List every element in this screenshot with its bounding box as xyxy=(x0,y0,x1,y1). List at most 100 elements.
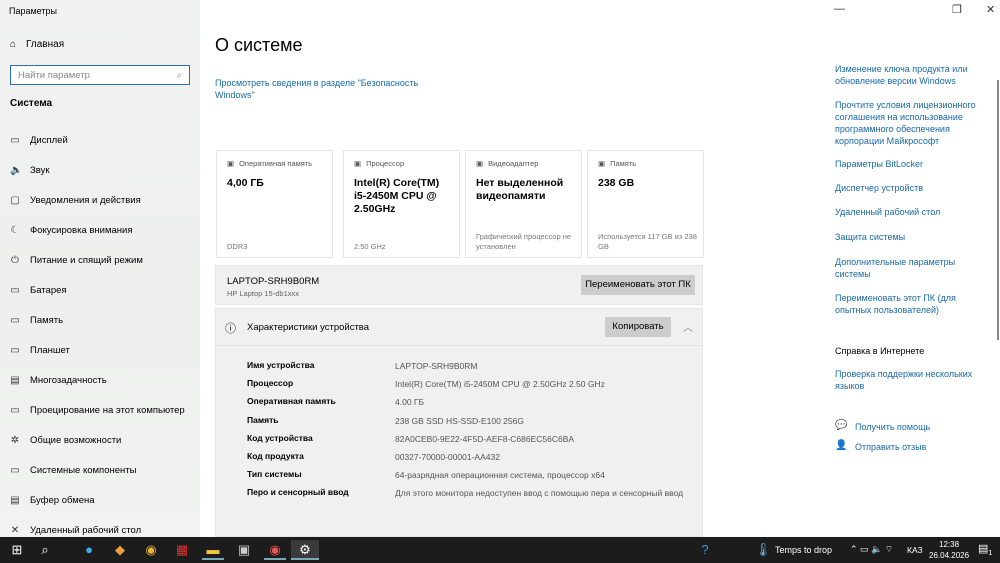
sidebar-item[interactable]: 🔈 Звук xyxy=(10,165,49,176)
sidebar-item[interactable]: ▤ Многозадачность xyxy=(10,375,106,386)
specs-title: Характеристики устройства xyxy=(247,322,370,333)
sidebar-home[interactable]: ⌂ Главная xyxy=(10,39,64,50)
sidebar-item[interactable]: ▭ Память xyxy=(10,315,63,326)
card-sub: Используется 117 GB из 238 GB xyxy=(598,232,697,251)
spec-row: Процессор Intel(R) Core(TM) i5-2450M CPU … xyxy=(247,378,695,390)
time: 12:38 xyxy=(939,540,960,549)
sidebar-item-label: Удаленный рабочий стол xyxy=(30,525,142,536)
search-input[interactable]: Найти параметр ⌕ xyxy=(10,65,190,85)
close-button[interactable]: ✕ xyxy=(986,3,995,16)
pc-name: LAPTOP-SRH9B0RM xyxy=(227,276,320,287)
spec-key: Оперативная память xyxy=(247,396,336,407)
weather-text[interactable]: Temps to drop xyxy=(775,545,832,555)
page-title: О системе xyxy=(215,35,303,55)
specs-header[interactable]: ⓘ Характеристики устройства Копировать ︿ xyxy=(216,309,702,346)
spec-key: Код устройства xyxy=(247,432,313,443)
card-sub: DDR3 xyxy=(227,242,248,251)
sidebar-item[interactable]: ✲ Общие возможности xyxy=(10,435,122,446)
home-icon: ⌂ xyxy=(10,39,17,50)
sidebar-item[interactable]: ▭ Батарея xyxy=(10,285,66,296)
spec-key: Тип системы xyxy=(247,469,302,480)
file-explorer-icon[interactable]: ▬ xyxy=(202,540,224,560)
sidebar-item[interactable]: ⏻ Питание и спящий режим xyxy=(10,255,143,266)
card-sub: 2.50 GHz xyxy=(354,242,386,251)
sidebar-item-icon: ▭ xyxy=(10,135,20,146)
spec-row: Имя устройства LAPTOP-SRH9B0RM xyxy=(247,360,695,372)
spec-value: 4.00 ГБ xyxy=(395,397,425,408)
card-value: 238 GB xyxy=(598,177,635,189)
spec-value: LAPTOP-SRH9B0RM xyxy=(395,361,478,371)
spec-row: Оперативная память 4.00 ГБ xyxy=(247,396,695,408)
rename-pc-button[interactable]: Переименовать этот ПК xyxy=(581,275,695,295)
copilot-icon[interactable]: ◆ xyxy=(109,540,131,560)
notification-icon[interactable]: ▤1 xyxy=(978,542,992,557)
sidebar-item[interactable]: ▭ Планшет xyxy=(10,345,70,356)
help-icon[interactable]: ? xyxy=(694,540,716,560)
related-link[interactable]: Защита системы xyxy=(835,231,985,243)
chevron-up-icon[interactable]: ︿ xyxy=(683,319,693,334)
card-sub: Графический процессор не установлен xyxy=(476,232,572,251)
related-link[interactable]: Переименовать этот ПК (для опытных польз… xyxy=(835,292,985,316)
home-label: Главная xyxy=(26,39,65,50)
spec-value: 64-разрядная операционная система, проце… xyxy=(395,470,605,481)
help-section-title: Справка в Интернете xyxy=(835,346,925,356)
chrome-profile-icon[interactable]: ◉ xyxy=(264,540,286,560)
search-icon[interactable]: ⌕ xyxy=(34,540,56,560)
sidebar-item-icon: ✲ xyxy=(10,435,20,446)
thermometer-icon: 🌡 xyxy=(754,542,772,557)
summary-card: ▣ Оперативная память 4,00 ГБ DDR3 xyxy=(216,150,333,258)
language-indicator[interactable]: КАЗ xyxy=(907,545,923,555)
summary-card: ▣ Процессор Intel(R) Core(TM) i5-2450M CPU… xyxy=(343,150,460,258)
sidebar-item-icon: ▭ xyxy=(10,285,20,296)
sidebar-item-icon: ▭ xyxy=(10,465,20,476)
maximize-button[interactable]: ❐ xyxy=(952,3,962,16)
spec-row: Память 238 GB SSD HS-SSD-E100 256G xyxy=(247,415,695,427)
language-support-link[interactable]: Проверка поддержки нескольких языков xyxy=(835,368,985,392)
app-title: Параметры xyxy=(9,6,57,16)
chrome-icon[interactable]: ◉ xyxy=(140,540,162,560)
sidebar-item-label: Буфер обмена xyxy=(30,495,95,506)
card-icon: ▣ xyxy=(354,159,362,168)
sidebar-item[interactable]: ▢ Уведомления и действия xyxy=(10,195,140,206)
spec-row: Перо и сенсорный ввод Для этого монитора … xyxy=(247,487,695,499)
sidebar-item[interactable]: ▤ Буфер обмена xyxy=(10,495,95,506)
sidebar-item[interactable]: ✕ Удаленный рабочий стол xyxy=(10,525,141,536)
card-header: Видеоадаптер xyxy=(488,159,539,168)
scrollbar[interactable] xyxy=(997,80,999,340)
app-icon[interactable]: ▦ xyxy=(171,540,193,560)
feedback-link[interactable]: Отправить отзыв xyxy=(855,441,1000,453)
security-link[interactable]: Просмотреть сведения в разделе "Безопасн… xyxy=(215,77,425,101)
related-link[interactable]: Изменение ключа продукта или обновление … xyxy=(835,63,985,87)
photos-icon[interactable]: ▣ xyxy=(233,540,255,560)
sidebar-item[interactable]: ▭ Проецирование на этот компьютер xyxy=(10,405,185,416)
card-header: Процессор xyxy=(366,159,405,168)
minimize-button[interactable]: — xyxy=(834,3,845,15)
sidebar-item-icon: 🔈 xyxy=(10,165,23,176)
clock[interactable]: 12:38 26.04.2026 xyxy=(929,539,969,561)
spec-row: Код устройства 82A0CEB0-9E22-4F5D-AEF8-C6… xyxy=(247,433,695,445)
related-link[interactable]: Диспетчер устройств xyxy=(835,182,985,194)
sidebar-item-icon: ▤ xyxy=(10,495,20,506)
start-icon[interactable]: ⊞ xyxy=(6,540,28,560)
sidebar-item-label: Память xyxy=(30,315,64,326)
related-link[interactable]: Удаленный рабочий стол xyxy=(835,206,985,218)
sidebar-item[interactable]: ▭ Системные компоненты xyxy=(10,465,136,476)
sidebar: Параметры ⌂ Главная Найти параметр ⌕ Систе… xyxy=(0,0,200,537)
card-icon: ▣ xyxy=(476,159,484,168)
copy-button[interactable]: Копировать xyxy=(605,317,671,337)
sidebar-item-icon: ☾ xyxy=(10,225,20,236)
sidebar-item-label: Системные компоненты xyxy=(30,465,137,476)
settings-icon[interactable]: ⚙ xyxy=(291,540,319,560)
spec-row: Код продукта 00327-70000-00001-AA432 xyxy=(247,451,695,463)
related-link[interactable]: Параметры BitLocker xyxy=(835,158,985,170)
get-help-link[interactable]: Получить помощь xyxy=(855,421,1000,433)
sidebar-item[interactable]: ▭ Дисплей xyxy=(10,135,68,146)
sidebar-item-label: Проецирование на этот компьютер xyxy=(30,405,185,416)
related-link[interactable]: Прочтите условия лицензионного соглашени… xyxy=(835,99,985,147)
related-link[interactable]: Дополнительные параметры системы xyxy=(835,256,985,280)
sidebar-item[interactable]: ☾ Фокусировка внимания xyxy=(10,225,133,236)
edge-icon[interactable]: ● xyxy=(78,540,100,560)
notification-count: 1 xyxy=(988,550,993,558)
tray-icons[interactable]: ⌃ ▭ 🔈 ⌔ xyxy=(850,544,893,555)
spec-value: Для этого монитора недоступен ввод с пом… xyxy=(395,488,684,499)
